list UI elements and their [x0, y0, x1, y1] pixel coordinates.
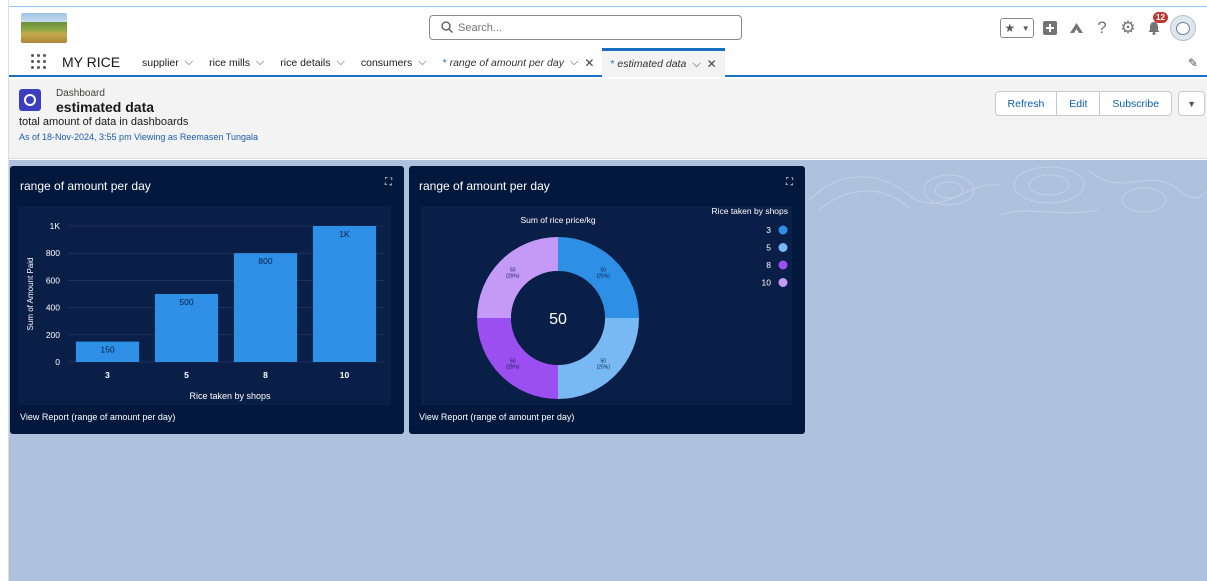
chevron-down-icon[interactable]: ⌵ — [418, 56, 426, 69]
widget-title: range of amount per day — [20, 179, 151, 193]
global-search[interactable] — [429, 15, 742, 40]
bar[interactable] — [233, 253, 298, 362]
dashboard-canvas: range of amount per day ⛶ 0 200 400 600 800 1… — [9, 160, 1207, 581]
edit-button[interactable]: Edit — [1056, 91, 1101, 116]
dashboard-header: Dashboard estimated data total amount of… — [9, 79, 1207, 159]
top-accent-line — [9, 6, 1207, 7]
favorites-button[interactable]: ★ ▼ — [1000, 18, 1034, 38]
search-icon — [441, 21, 453, 33]
donut-chart-widget: range of amount per day ⛶ Sum of rice pr… — [409, 166, 805, 434]
refresh-button[interactable]: Refresh — [994, 91, 1058, 116]
app-frame: ★ ▼ ? ⚙ 12 MY RICE — [8, 0, 1207, 581]
subscribe-button[interactable]: Subscribe — [1099, 91, 1173, 116]
tab-estimated-data[interactable]: * estimated data ⌵ ✕ — [602, 48, 725, 77]
legend-label: 10 — [762, 278, 772, 288]
topographic-background — [808, 166, 1207, 216]
bar-chart: 0 200 400 600 800 1K 150 500 800 1K 3 5 8 10 Sum of… — [26, 221, 384, 401]
tab-label: * range of amount per day — [442, 56, 564, 69]
bar-data-label: 1K — [339, 229, 350, 239]
widget-title: range of amount per day — [419, 179, 550, 193]
bar-data-label: 800 — [258, 256, 272, 266]
y-tick-label: 800 — [46, 248, 60, 258]
donut-chart-area: Sum of rice price/kg 50 50 (25%) 50 (25%) 50… — [421, 206, 792, 405]
more-actions-button[interactable]: ▼ — [1178, 91, 1205, 116]
gear-icon[interactable]: ⚙ — [1118, 18, 1138, 38]
tab-label: * estimated data — [610, 58, 687, 70]
tab-rice-mills[interactable]: rice mills ⌵ — [201, 48, 272, 77]
donut-center-value: 50 — [549, 311, 567, 328]
help-icon[interactable]: ? — [1092, 18, 1112, 38]
global-header: ★ ▼ ? ⚙ 12 — [9, 8, 1207, 48]
y-tick-label: 0 — [55, 357, 60, 367]
chevron-down-icon[interactable]: ⌵ — [692, 58, 700, 71]
expand-icon[interactable]: ⛶ — [385, 177, 392, 188]
chevron-down-icon[interactable]: ⌵ — [570, 56, 578, 69]
dashboard-actions: Refresh Edit Subscribe ▼ — [994, 91, 1205, 116]
chevron-down-icon[interactable]: ⌵ — [256, 56, 264, 69]
notification-badge: 12 — [1153, 12, 1168, 23]
bar-chart-widget: range of amount per day ⛶ 0 200 400 600 800 1… — [10, 166, 404, 434]
x-tick-label: 5 — [184, 370, 189, 380]
edit-nav-pencil-icon[interactable]: ✎ — [1188, 56, 1198, 70]
bar[interactable] — [312, 226, 377, 362]
app-name: MY RICE — [62, 54, 121, 70]
search-input[interactable] — [458, 19, 728, 37]
view-report-link[interactable]: View Report (range of amount per day) — [20, 412, 175, 422]
dashboard-description: total amount of data in dashboards — [19, 116, 189, 128]
legend-swatch[interactable] — [778, 260, 788, 270]
close-icon[interactable]: ✕ — [584, 56, 594, 70]
tab-rice-details[interactable]: rice details ⌵ — [272, 48, 353, 77]
bar-data-label: 150 — [100, 345, 114, 355]
tab-label: consumers — [360, 56, 413, 69]
org-logo[interactable] — [21, 13, 67, 43]
y-tick-label: 400 — [46, 303, 60, 313]
y-axis-label: Sum of Amount Paid — [26, 258, 35, 331]
y-tick-label: 600 — [46, 275, 60, 285]
add-icon[interactable] — [1040, 18, 1060, 38]
y-tick-label: 1K — [50, 221, 61, 231]
chevron-down-icon[interactable]: ⌵ — [185, 56, 193, 69]
notifications-bell-icon[interactable]: 12 — [1144, 12, 1168, 38]
tab-consumers[interactable]: consumers ⌵ — [353, 48, 435, 77]
bar-data-label: 500 — [179, 297, 193, 307]
x-tick-label: 8 — [263, 370, 268, 380]
chevron-down-icon[interactable]: ⌵ — [337, 56, 345, 69]
y-tick-label: 200 — [46, 330, 60, 340]
chart-title: Sum of rice price/kg — [520, 215, 595, 225]
tab-label: rice details — [280, 56, 331, 69]
tab-range-of-amount-per-day[interactable]: * range of amount per day ⌵ ✕ — [435, 48, 603, 77]
trailhead-icon[interactable] — [1066, 18, 1086, 38]
dashboard-type-label: Dashboard — [56, 88, 105, 99]
nav-tabs: supplier ⌵ rice mills ⌵ rice details ⌵ c… — [134, 48, 725, 77]
tab-supplier[interactable]: supplier ⌵ — [134, 48, 201, 77]
global-actions: ★ ▼ ? ⚙ 12 — [1000, 10, 1196, 46]
tab-label: rice mills — [209, 56, 250, 69]
legend-label: 5 — [766, 243, 771, 253]
expand-icon[interactable]: ⛶ — [786, 177, 793, 188]
dashboard-as-of: As of 18-Nov-2024, 3:55 pm Viewing as Re… — [19, 132, 258, 142]
legend-swatch[interactable] — [778, 278, 788, 287]
legend-label: 8 — [766, 260, 771, 270]
legend-label: 3 — [766, 225, 771, 235]
x-tick-label: 10 — [340, 370, 350, 380]
legend-title: Rice taken by shops — [711, 206, 788, 216]
avatar-face — [1176, 22, 1190, 35]
tab-label: supplier — [142, 56, 179, 69]
bar-chart-area: 0 200 400 600 800 1K 150 500 800 1K 3 5 8 10 Sum of… — [18, 206, 391, 405]
app-navigation: MY RICE supplier ⌵ rice mills ⌵ rice det… — [9, 48, 1207, 77]
chevron-down-icon: ▼ — [1187, 98, 1196, 109]
donut-chart: Sum of rice price/kg 50 50 (25%)50 (25%)50… — [477, 206, 788, 399]
x-axis-label: Rice taken by shops — [189, 391, 271, 401]
close-icon[interactable]: ✕ — [707, 57, 717, 71]
legend-swatch[interactable] — [778, 225, 788, 235]
app-launcher-icon[interactable] — [31, 54, 47, 70]
x-tick-label: 3 — [105, 370, 110, 380]
dashboard-title: estimated data — [56, 99, 155, 115]
dashboard-icon — [19, 89, 41, 111]
chevron-down-icon: ▼ — [1021, 23, 1030, 33]
legend-swatch[interactable] — [778, 243, 788, 252]
user-avatar[interactable] — [1170, 15, 1196, 41]
star-icon: ★ — [1004, 21, 1016, 35]
view-report-link[interactable]: View Report (range of amount per day) — [419, 412, 574, 422]
